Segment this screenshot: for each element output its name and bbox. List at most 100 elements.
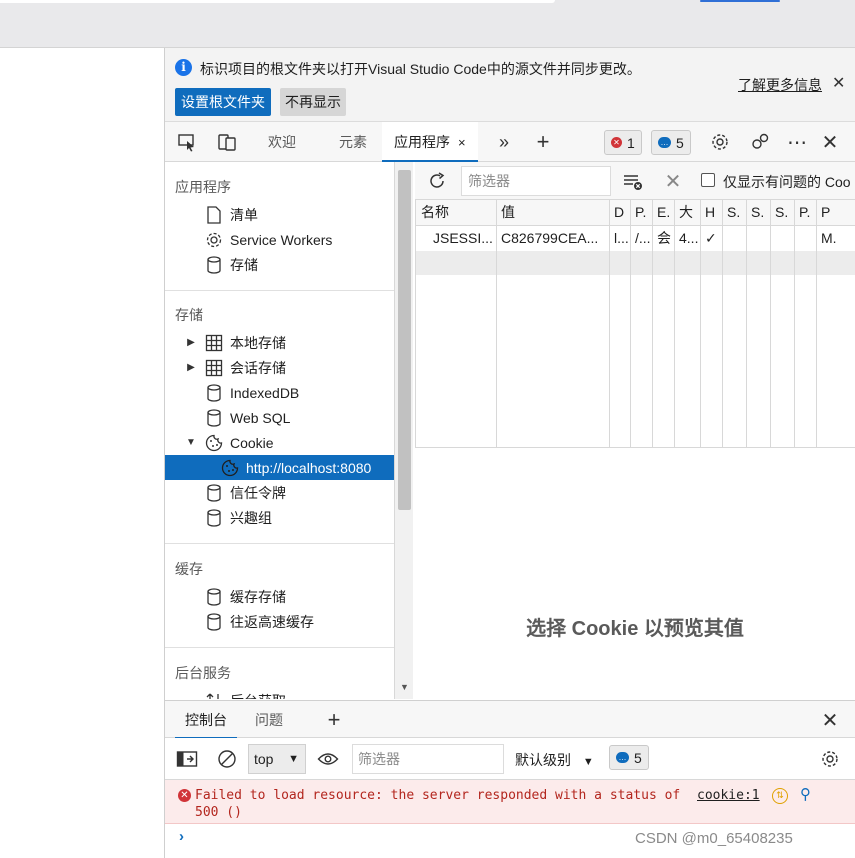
error-source-link[interactable]: cookie:1 xyxy=(697,788,760,803)
section-divider xyxy=(165,543,394,544)
collapse-triangle-icon[interactable]: ▼ xyxy=(185,437,197,448)
sidebar-item-label: 兴趣组 xyxy=(230,509,272,526)
feedback-icon[interactable] xyxy=(748,130,772,154)
column-header[interactable]: H xyxy=(700,200,722,224)
infobar-close-icon[interactable]: ✕ xyxy=(832,73,845,93)
sidebar-scrollbar[interactable]: ▼ xyxy=(395,162,413,699)
sidebar-item-label: 往返高速缓存 xyxy=(230,613,314,630)
sidebar-item-label: 信任令牌 xyxy=(230,484,286,501)
column-divider xyxy=(674,200,675,448)
sidebar-item-cache-storage[interactable]: 缓存存储 xyxy=(165,584,394,609)
sidebar-item-local-storage[interactable]: ▶ 本地存储 xyxy=(165,330,394,355)
cookie-secure-cell xyxy=(722,226,746,250)
console-filter-input[interactable]: 筛选器 xyxy=(352,744,504,774)
close-drawer-icon[interactable]: ✕ xyxy=(818,708,842,732)
cookie-expires-cell: 会 xyxy=(657,230,671,246)
application-sidebar: 应用程序 清单 Service Workers 存储 存储 ▶ 本地存储 ▶ 会… xyxy=(165,162,395,699)
tab-application[interactable]: 应用程序 × xyxy=(382,122,478,162)
console-prompt-icon[interactable]: › xyxy=(179,828,184,845)
clear-all-cookies-icon[interactable] xyxy=(621,169,645,193)
section-title-storage: 存储 xyxy=(175,307,203,323)
cookie-icon xyxy=(203,432,225,454)
console-messages-badge[interactable]: … 5 xyxy=(609,745,649,770)
database-icon xyxy=(203,586,225,608)
tab-close-icon[interactable]: × xyxy=(458,135,466,150)
sidebar-item-trust-tokens[interactable]: 信任令牌 xyxy=(165,480,394,505)
sidebar-item-interest-groups[interactable]: 兴趣组 xyxy=(165,505,394,530)
tab-application-label: 应用程序 xyxy=(394,134,450,150)
tab-console[interactable]: 控制台 xyxy=(175,701,237,739)
column-header[interactable]: 值 xyxy=(496,200,609,224)
sidebar-item-cookie-localhost[interactable]: http://localhost:8080 xyxy=(165,455,394,480)
column-header[interactable]: D xyxy=(609,200,630,224)
scroll-down-arrow-icon[interactable]: ▼ xyxy=(400,682,409,692)
column-header[interactable]: S. xyxy=(770,200,794,224)
error-text: Failed to load resource: the server resp… xyxy=(195,788,681,820)
tab-elements[interactable]: 元素 xyxy=(339,122,367,162)
column-header[interactable]: E. xyxy=(652,200,674,224)
column-header[interactable]: P xyxy=(816,200,855,224)
column-header[interactable]: S. xyxy=(746,200,770,224)
dropdown-arrow-icon: ▼ xyxy=(582,756,594,768)
learn-more-link[interactable]: 了解更多信息 xyxy=(738,75,822,95)
messages-badge[interactable]: … 5 xyxy=(651,130,691,155)
live-expression-eye-icon[interactable] xyxy=(316,747,340,771)
dont-show-again-button[interactable]: 不再显示 xyxy=(280,88,346,116)
sidebar-item-manifest[interactable]: 清单 xyxy=(165,202,394,227)
address-bar-edge xyxy=(0,0,555,3)
tab-welcome[interactable]: 欢迎 xyxy=(268,122,296,162)
device-emulation-icon[interactable] xyxy=(215,130,239,154)
profile-button-edge[interactable] xyxy=(700,0,780,2)
column-header[interactable]: S. xyxy=(722,200,746,224)
table-row[interactable]: JSESSI... C826799CEA... l... /... 会 4...… xyxy=(416,226,855,250)
column-header[interactable]: P. xyxy=(794,200,816,224)
search-icon[interactable]: ⚲ xyxy=(800,785,811,803)
sidebar-item-storage[interactable]: 存储 xyxy=(165,252,394,277)
more-options-icon[interactable]: ⋯ xyxy=(785,130,809,154)
errors-badge[interactable]: ✕ 1 xyxy=(604,130,642,155)
watermark: CSDN @m0_65408235 xyxy=(635,830,793,847)
column-header[interactable]: 名称 xyxy=(416,200,496,224)
database-icon xyxy=(203,507,225,529)
expand-triangle-icon[interactable]: ▶ xyxy=(185,337,197,348)
table-row-empty xyxy=(416,251,855,275)
add-tab-icon[interactable]: + xyxy=(531,129,555,154)
column-divider xyxy=(609,200,610,448)
refresh-icon[interactable] xyxy=(425,169,449,193)
cookie-pane: 筛选器 ✕ 仅显示有问题的 Coo 名称 值 D P. E. 大 H S. S.… xyxy=(415,162,855,699)
cookie-table-header: 名称 值 D P. E. 大 H S. S. S. P. P xyxy=(416,200,855,226)
expand-triangle-icon[interactable]: ▶ xyxy=(185,362,197,373)
sidebar-item-background-fetch[interactable]: 后台获取 xyxy=(165,688,394,699)
sidebar-item-session-storage[interactable]: ▶ 会话存储 xyxy=(165,355,394,380)
cookie-sameparty-cell xyxy=(770,226,794,250)
column-header[interactable]: 大 xyxy=(674,200,700,224)
sidebar-item-service-workers[interactable]: Service Workers xyxy=(165,227,394,252)
context-value: top xyxy=(254,751,274,767)
sidebar-item-indexeddb[interactable]: IndexedDB xyxy=(165,380,394,405)
settings-gear-icon[interactable] xyxy=(708,130,732,154)
column-header[interactable]: P. xyxy=(630,200,652,224)
console-settings-gear-icon[interactable] xyxy=(818,747,842,771)
message-icon: … xyxy=(616,752,629,763)
tab-issues[interactable]: 问题 xyxy=(255,701,283,739)
inspect-element-icon[interactable] xyxy=(175,130,199,154)
close-devtools-icon[interactable]: ✕ xyxy=(818,130,842,154)
infobar: i 标识项目的根文件夹以打开Visual Studio Code中的源文件并同步… xyxy=(165,48,855,122)
sidebar-item-web-sql[interactable]: Web SQL xyxy=(165,405,394,430)
cookie-filter-input[interactable]: 筛选器 xyxy=(461,166,611,196)
more-tabs-icon[interactable]: » xyxy=(492,130,516,154)
scrollbar-thumb[interactable] xyxy=(398,170,411,510)
cookie-httponly-cell: ✓ xyxy=(705,230,717,246)
delete-selected-icon[interactable]: ✕ xyxy=(661,169,685,193)
sidebar-item-back-forward-cache[interactable]: 往返高速缓存 xyxy=(165,609,394,634)
network-issue-icon[interactable]: ⇅ xyxy=(772,788,788,804)
clear-console-icon[interactable] xyxy=(215,747,239,771)
cookie-toolbar: 筛选器 ✕ 仅显示有问题的 Coo xyxy=(415,162,855,200)
show-sidebar-icon[interactable] xyxy=(175,747,199,771)
sidebar-item-cookie[interactable]: ▼ Cookie xyxy=(165,430,394,455)
only-issues-checkbox[interactable] xyxy=(701,173,715,187)
add-drawer-tab-icon[interactable]: + xyxy=(322,707,346,732)
set-root-folder-button[interactable]: 设置根文件夹 xyxy=(175,88,271,116)
context-selector[interactable]: top ▼ xyxy=(248,744,306,774)
log-level-dropdown[interactable]: 默认级别 ▼ xyxy=(515,750,594,770)
